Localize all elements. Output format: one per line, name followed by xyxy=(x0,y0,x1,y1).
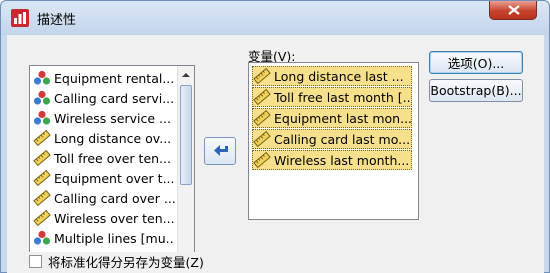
list-item[interactable]: Calling card over ... xyxy=(33,188,175,208)
list-item[interactable]: Long distance last ... xyxy=(252,66,412,86)
scroll-up-button[interactable] xyxy=(178,67,194,83)
nominal-icon xyxy=(33,230,51,246)
options-button[interactable]: 选项(O)... xyxy=(429,51,523,74)
nominal-icon xyxy=(33,110,51,126)
list-item[interactable]: Wireless over ten... xyxy=(33,208,175,228)
scroll-thumb[interactable] xyxy=(180,85,192,185)
scale-ruler-icon xyxy=(253,130,271,148)
list-item[interactable]: Toll free over ten... xyxy=(33,148,175,168)
arrow-left-icon xyxy=(214,145,228,156)
scale-ruler-icon xyxy=(33,189,51,207)
source-variable-list[interactable]: Equipment rental... Calling card servi..… xyxy=(29,65,195,271)
dialog-body: Equipment rental... Calling card servi..… xyxy=(7,35,544,273)
window-title: 描述性 xyxy=(37,13,77,28)
list-item[interactable]: Wireless service ... xyxy=(33,108,175,128)
scale-ruler-icon xyxy=(33,169,51,187)
list-item[interactable]: Toll free last month [... xyxy=(252,87,412,107)
scale-ruler-icon xyxy=(253,109,271,127)
close-icon xyxy=(508,5,520,15)
spss-dialog-icon xyxy=(11,9,29,27)
list-item[interactable]: Calling card servi... xyxy=(33,88,175,108)
source-list-scrollbar[interactable] xyxy=(177,66,194,270)
move-variable-button[interactable] xyxy=(204,137,236,165)
scale-ruler-icon xyxy=(253,88,271,106)
title-bar[interactable]: 描述性 xyxy=(1,1,549,35)
dialog-window: 描述性 Equipment rental... Calling card ser… xyxy=(0,0,550,273)
chevron-up-icon xyxy=(182,73,190,77)
scale-ruler-icon xyxy=(33,209,51,227)
scale-ruler-icon xyxy=(253,151,271,169)
nominal-icon xyxy=(33,70,51,86)
scale-ruler-icon xyxy=(253,67,271,85)
list-item[interactable]: Wireless last month... xyxy=(252,150,412,170)
scale-ruler-icon xyxy=(33,129,51,147)
save-standardized-option[interactable]: 将标准化得分另存为变量(Z) xyxy=(29,252,208,271)
save-standardized-checkbox[interactable] xyxy=(29,255,42,268)
scale-ruler-icon xyxy=(33,149,51,167)
list-item[interactable]: Equipment last mon... xyxy=(252,108,412,128)
list-item[interactable]: Long distance ov... xyxy=(33,128,175,148)
bootstrap-button[interactable]: Bootstrap(B)... xyxy=(429,79,523,102)
target-variable-list[interactable]: Long distance last ... Toll free last mo… xyxy=(248,62,419,220)
close-button[interactable] xyxy=(489,1,537,20)
list-item[interactable]: Calling card last mo... xyxy=(252,129,412,149)
list-item[interactable]: Multiple lines [mu... xyxy=(33,228,175,248)
list-item[interactable]: Equipment rental... xyxy=(33,68,175,88)
save-standardized-label: 将标准化得分另存为变量(Z) xyxy=(48,255,204,270)
nominal-icon xyxy=(33,90,51,106)
list-item[interactable]: Equipment over t... xyxy=(33,168,175,188)
